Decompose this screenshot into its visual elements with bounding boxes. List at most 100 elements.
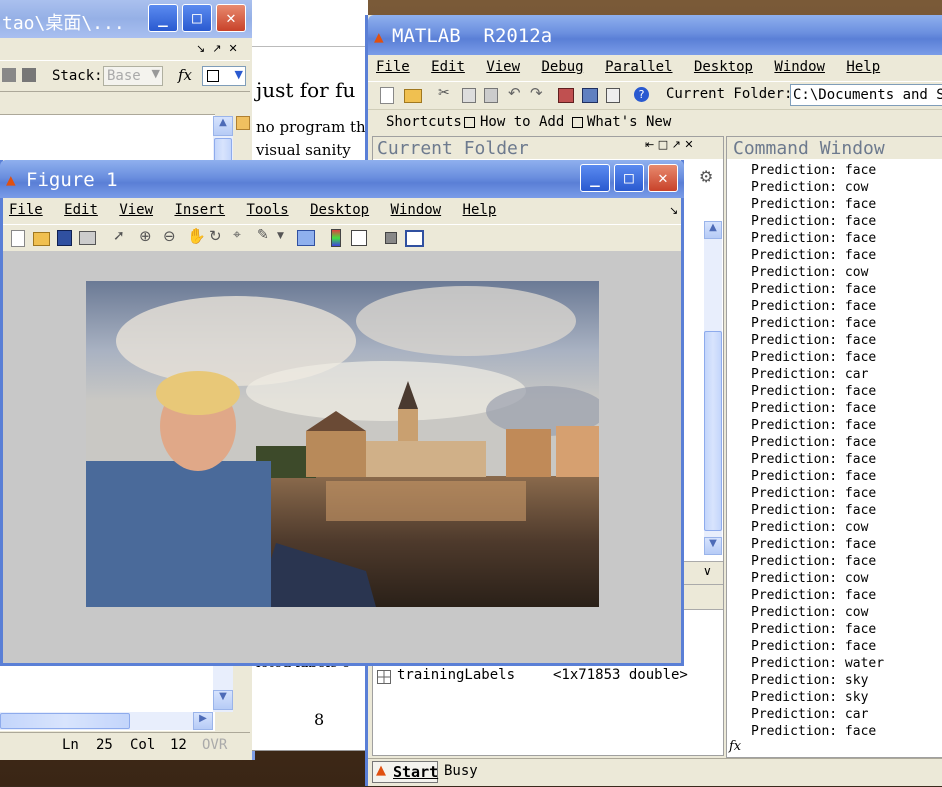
scroll-thumb[interactable] <box>704 331 722 531</box>
whats-new-link[interactable]: What's New <box>587 114 671 130</box>
command-output-line: Prediction: face <box>751 299 877 314</box>
menu-desktop[interactable]: Desktop <box>694 59 753 75</box>
matlab-status-bar: ▲ Start Busy <box>368 758 942 787</box>
show-tools-icon[interactable] <box>405 230 424 247</box>
minimize-button[interactable]: _ <box>580 164 610 192</box>
redo-icon[interactable]: ↷ <box>530 84 543 102</box>
help-icon[interactable]: ? <box>634 87 649 102</box>
document-line: no program th <box>256 118 366 136</box>
command-output-line: Prediction: face <box>751 486 877 501</box>
print-icon[interactable] <box>79 231 96 245</box>
command-window-title: Command Window <box>733 138 885 159</box>
legend-icon[interactable] <box>351 230 367 246</box>
copy-icon[interactable] <box>462 88 476 103</box>
menu-file[interactable]: File <box>9 202 43 218</box>
matlab-logo-icon: ▲ <box>6 170 16 189</box>
status-text: Busy <box>444 763 478 779</box>
minimize-panel-icon[interactable]: □ <box>658 138 668 151</box>
chevron-down-icon[interactable]: ∨ <box>703 564 712 578</box>
open-folder-icon[interactable] <box>404 89 422 103</box>
status-ovr: OVR <box>202 737 228 753</box>
scroll-down-button[interactable]: ▼ <box>213 690 233 710</box>
scroll-up-button[interactable]: ▲ <box>704 221 722 239</box>
open-folder-icon[interactable] <box>33 232 50 246</box>
menu-debug[interactable]: Debug <box>541 59 583 75</box>
current-folder-input[interactable]: C:\Documents and Se <box>790 84 942 106</box>
link-icon <box>572 117 583 128</box>
menu-parallel[interactable]: Parallel <box>605 59 672 75</box>
save-icon[interactable] <box>57 230 72 246</box>
scroll-right-button[interactable]: ▶ <box>193 712 213 730</box>
command-output-line: Prediction: face <box>751 622 877 637</box>
command-output-line: Prediction: face <box>751 197 877 212</box>
new-file-icon[interactable] <box>380 87 394 104</box>
undock-icon[interactable]: ↗ <box>672 138 681 151</box>
step-in-icon[interactable] <box>22 68 36 82</box>
maximize-button[interactable]: □ <box>182 4 212 32</box>
sun-reflection <box>326 481 526 521</box>
menu-edit[interactable]: Edit <box>431 59 465 75</box>
scroll-up-button[interactable]: ▲ <box>213 116 233 136</box>
chevron-down-icon[interactable]: ▼ <box>277 231 284 241</box>
close-icon[interactable]: ✕ <box>228 42 237 55</box>
gear-icon[interactable]: ⚙ <box>699 167 713 186</box>
stack-select[interactable]: Base ▼ <box>103 66 163 86</box>
pan-icon[interactable]: ✋ <box>187 227 206 245</box>
hscroll-thumb[interactable] <box>0 713 130 729</box>
data-cursor-icon[interactable]: ⌖ <box>233 227 241 243</box>
brush-icon[interactable]: ✎ <box>257 227 269 243</box>
current-folder-header: Current Folder ⇤ □ ↗ ✕ <box>373 137 723 159</box>
menu-help[interactable]: Help <box>463 202 497 218</box>
menu-insert[interactable]: Insert <box>174 202 225 218</box>
workspace-variable-row[interactable]: trainingLabels <1x71853 double> <box>373 667 723 687</box>
dock-arrow-icon[interactable]: ↘ <box>669 204 678 217</box>
minimize-button[interactable]: _ <box>148 4 178 32</box>
dock-icon[interactable]: ↗ <box>212 42 221 55</box>
maximize-button[interactable]: □ <box>614 164 644 192</box>
rotate-icon[interactable]: ↻ <box>209 227 222 245</box>
close-button[interactable]: ✕ <box>648 164 678 192</box>
menu-desktop[interactable]: Desktop <box>310 202 369 218</box>
command-output-line: Prediction: cow <box>751 605 869 620</box>
colorbar-icon[interactable] <box>331 229 341 247</box>
shortcuts-link[interactable]: Shortcuts <box>386 114 462 130</box>
link-plot-icon[interactable] <box>297 230 315 246</box>
menu-help[interactable]: Help <box>846 59 880 75</box>
zoom-in-icon[interactable]: ⊕ <box>139 227 152 245</box>
layout-select[interactable]: ▼ <box>202 66 246 86</box>
profiler-icon[interactable] <box>606 88 620 103</box>
menu-view[interactable]: View <box>486 59 520 75</box>
pointer-icon[interactable]: ➚ <box>113 228 125 244</box>
fx-icon[interactable]: fx <box>178 66 192 84</box>
menu-edit[interactable]: Edit <box>64 202 98 218</box>
menu-window[interactable]: Window <box>391 202 442 218</box>
command-output-line: Prediction: cow <box>751 180 869 195</box>
how-to-add-link[interactable]: How to Add <box>480 114 564 130</box>
hide-tools-icon[interactable] <box>385 232 397 244</box>
fx-icon[interactable]: fx <box>729 739 741 754</box>
undo-icon[interactable]: ↶ <box>508 84 521 102</box>
command-output-line: Prediction: car <box>751 707 869 722</box>
scroll-down-button[interactable]: ▼ <box>704 537 722 555</box>
zoom-out-icon[interactable]: ⊖ <box>163 227 176 245</box>
arrow-icon[interactable]: ⇤ <box>645 138 654 151</box>
simulink-icon[interactable] <box>558 88 574 103</box>
command-output-line: Prediction: face <box>751 333 877 348</box>
close-button[interactable]: ✕ <box>216 4 246 32</box>
undock-icon[interactable]: ↘ <box>196 42 205 55</box>
menu-tools[interactable]: Tools <box>246 202 288 218</box>
menu-view[interactable]: View <box>119 202 153 218</box>
cut-icon[interactable]: ✂ <box>438 85 450 101</box>
new-figure-icon[interactable] <box>11 230 25 247</box>
start-button[interactable]: ▲ Start <box>372 761 438 783</box>
menu-file[interactable]: File <box>376 59 410 75</box>
folder-vertical-scrollbar[interactable]: ▲ ▼ <box>704 221 722 555</box>
close-icon[interactable]: ✕ <box>684 138 693 151</box>
editor-horizontal-scrollbar[interactable]: ▶ <box>0 712 213 730</box>
paste-icon[interactable] <box>484 88 498 103</box>
menu-window[interactable]: Window <box>774 59 825 75</box>
guide-icon[interactable] <box>582 88 598 103</box>
command-window: Command Window Prediction: face Predictio… <box>726 136 942 758</box>
command-output-line: Prediction: face <box>751 418 877 433</box>
step-icon[interactable] <box>2 68 16 82</box>
